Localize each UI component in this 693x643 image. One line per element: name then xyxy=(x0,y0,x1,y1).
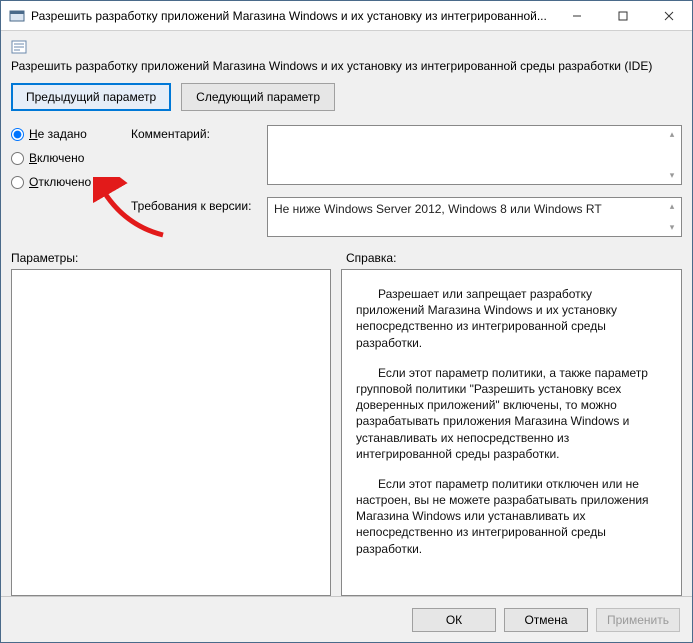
apply-button[interactable]: Применить xyxy=(596,608,680,632)
radio-not-configured[interactable]: Не задано xyxy=(11,127,123,141)
help-text: Разрешает или запрещает разработку прило… xyxy=(342,270,681,581)
radio-not-configured-input[interactable] xyxy=(11,128,24,141)
app-icon xyxy=(9,8,25,24)
help-paragraph: Если этот параметр политики, а также пар… xyxy=(356,365,659,462)
radio-disabled-input[interactable] xyxy=(11,176,24,189)
scrollbar-icon[interactable]: ▴▾ xyxy=(666,129,678,181)
next-setting-button[interactable]: Следующий параметр xyxy=(181,83,335,111)
window-title: Разрешить разработку приложений Магазина… xyxy=(31,9,554,23)
radio-enabled-label: Включено xyxy=(29,151,84,165)
help-pane-label: Справка: xyxy=(346,251,396,265)
state-radio-group: Не задано Включено Отключено xyxy=(11,125,123,237)
help-paragraph: Если этот параметр политики отключен или… xyxy=(356,476,659,557)
scrollbar-icon[interactable]: ▴▾ xyxy=(666,201,678,233)
help-paragraph: Разрешает или запрещает разработку прило… xyxy=(356,286,659,351)
window-controls xyxy=(554,1,692,30)
help-pane: Разрешает или запрещает разработку прило… xyxy=(341,269,682,596)
policy-icon xyxy=(11,39,27,55)
titlebar: Разрешить разработку приложений Магазина… xyxy=(1,1,692,31)
cancel-button[interactable]: Отмена xyxy=(504,608,588,632)
supported-label: Требования к версии: xyxy=(131,197,261,213)
content-area: Разрешить разработку приложений Магазина… xyxy=(1,31,692,596)
policy-title: Разрешить разработку приложений Магазина… xyxy=(11,59,682,73)
comment-label: Комментарий: xyxy=(131,125,261,141)
radio-enabled[interactable]: Включено xyxy=(11,151,123,165)
supported-field: Не ниже Windows Server 2012, Windows 8 и… xyxy=(267,197,682,237)
comment-field[interactable]: ▴▾ xyxy=(267,125,682,185)
comment-value xyxy=(268,126,681,134)
options-pane xyxy=(11,269,331,596)
options-pane-label: Параметры: xyxy=(11,251,346,265)
radio-disabled[interactable]: Отключено xyxy=(11,175,123,189)
previous-setting-button[interactable]: Предыдущий параметр xyxy=(11,83,171,111)
maximize-button[interactable] xyxy=(600,1,646,30)
radio-not-configured-label: Не задано xyxy=(29,127,87,141)
radio-disabled-label: Отключено xyxy=(29,175,91,189)
radio-enabled-input[interactable] xyxy=(11,152,24,165)
close-button[interactable] xyxy=(646,1,692,30)
minimize-button[interactable] xyxy=(554,1,600,30)
ok-button[interactable]: ОК xyxy=(412,608,496,632)
dialog-footer: ОК Отмена Применить xyxy=(1,596,692,642)
dialog-window: Разрешить разработку приложений Магазина… xyxy=(0,0,693,643)
supported-value: Не ниже Windows Server 2012, Windows 8 и… xyxy=(268,198,681,220)
